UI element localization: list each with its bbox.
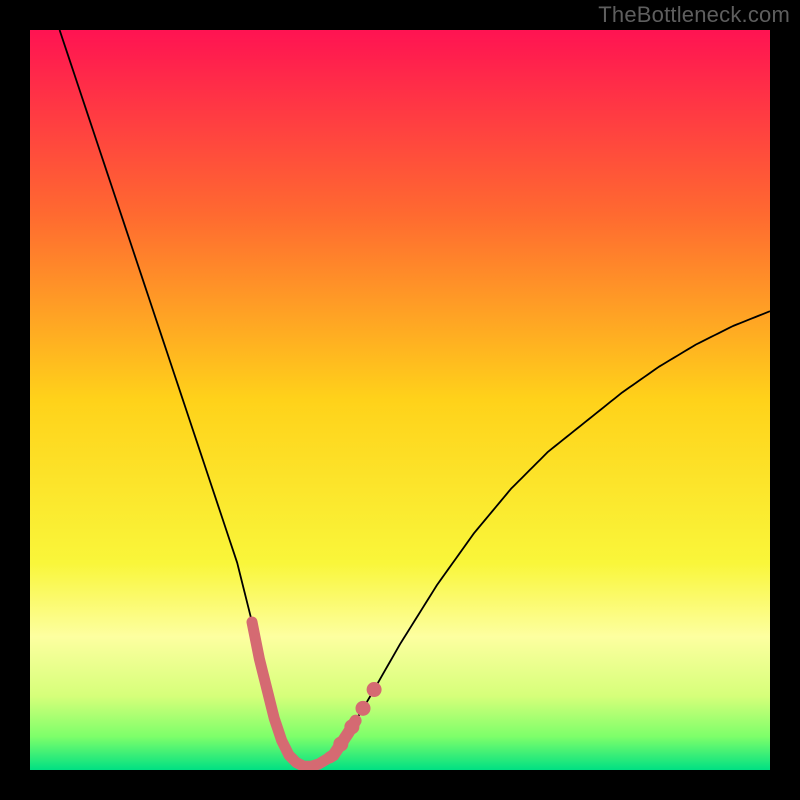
plot-area [30, 30, 770, 770]
highlight-dot [333, 737, 348, 752]
chart-svg [30, 30, 770, 770]
attribution-label: TheBottleneck.com [598, 2, 790, 28]
chart-frame: TheBottleneck.com [0, 0, 800, 800]
highlight-dot [367, 682, 382, 697]
highlight-dot [344, 719, 359, 734]
gradient-background [30, 30, 770, 770]
highlight-dot [356, 701, 371, 716]
